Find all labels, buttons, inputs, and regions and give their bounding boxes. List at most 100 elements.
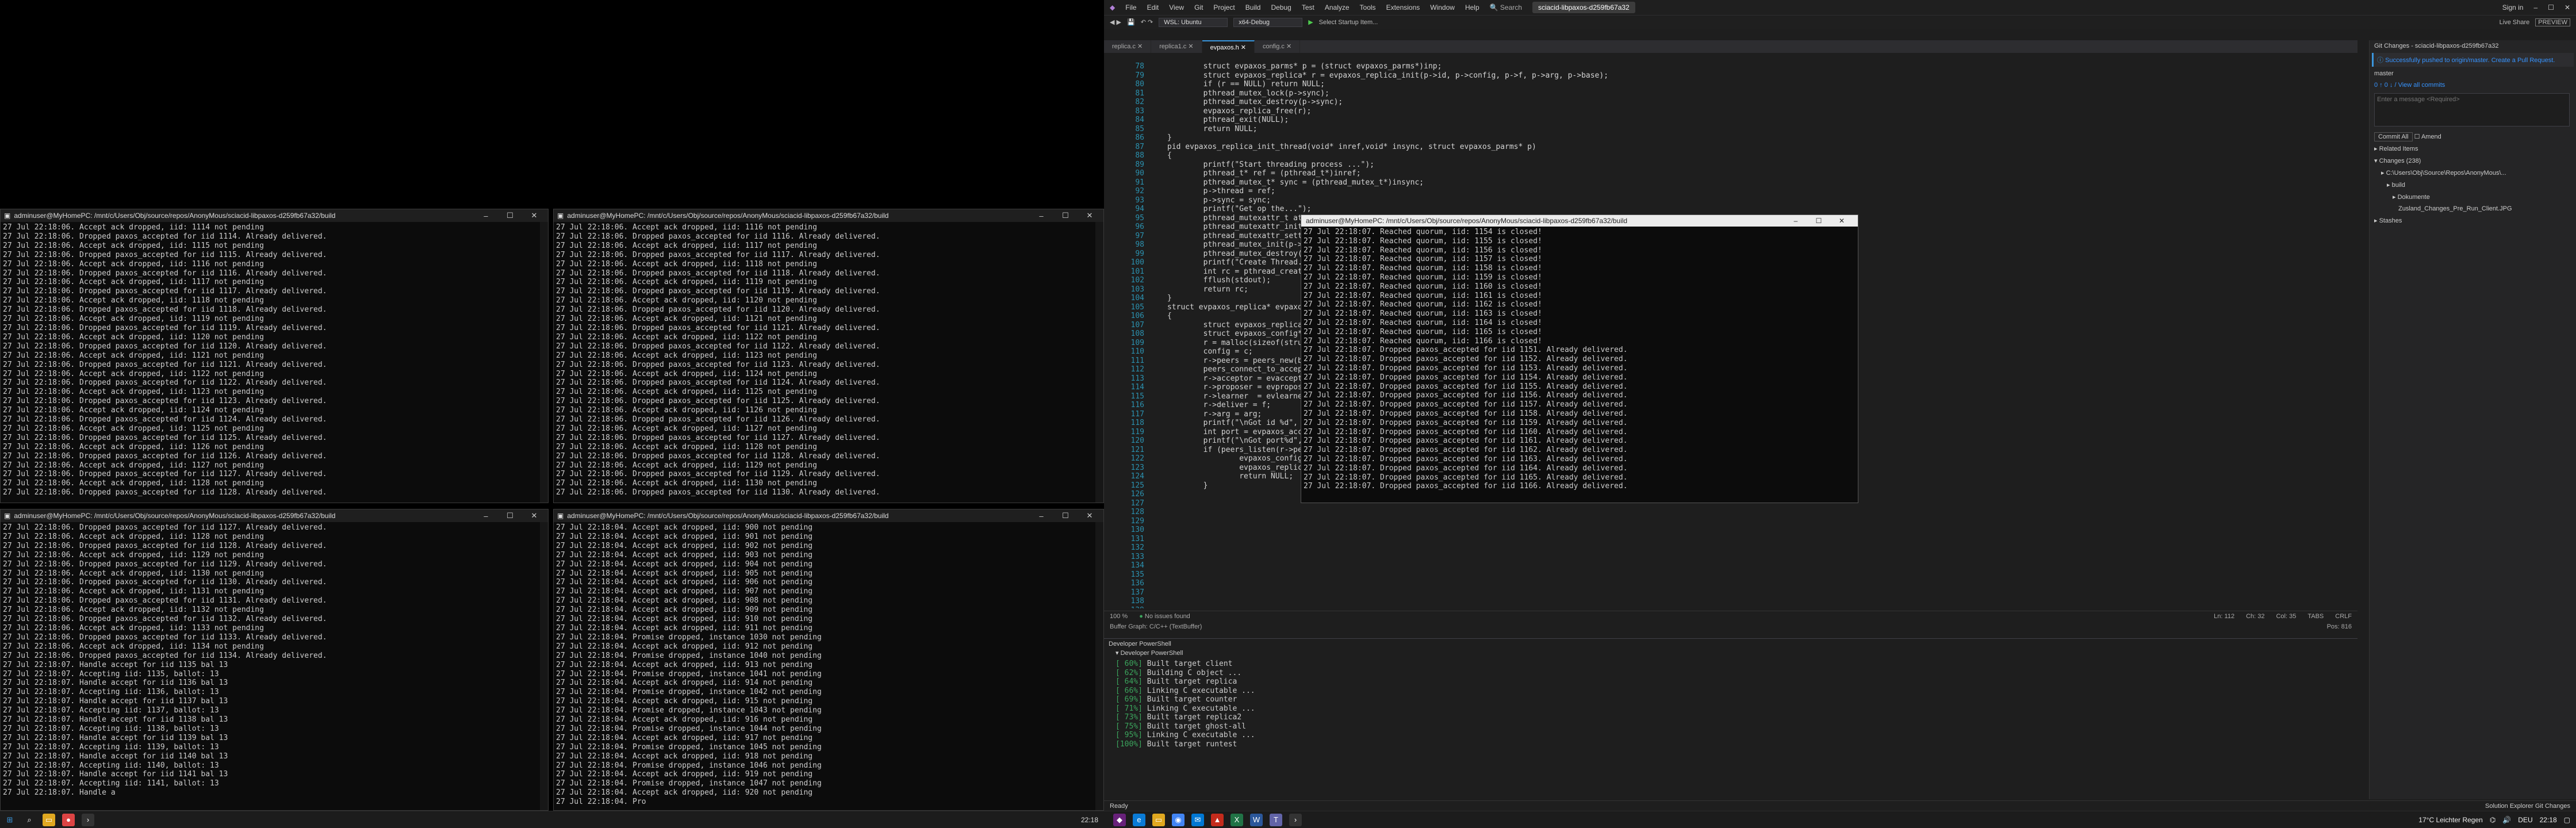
terminal-window-top-left[interactable]: ▣ adminuser@MyHomePC: /mnt/c/Users/Obj/so… [0, 209, 549, 503]
start-icon[interactable]: ⊞ [3, 814, 16, 826]
word-icon[interactable]: W [1250, 813, 1263, 826]
maximize-button[interactable]: ☐ [500, 211, 520, 220]
minimize-button[interactable]: – [1784, 217, 1807, 225]
commit-message-input[interactable] [2374, 93, 2570, 126]
menu-view[interactable]: View [1169, 3, 1184, 12]
search-icon[interactable]: ⌕ [23, 814, 36, 826]
changes-header[interactable]: ▾ Changes (238) [2370, 155, 2576, 167]
teams-icon[interactable]: T [1270, 813, 1282, 826]
mail-icon[interactable]: ✉ [1191, 813, 1204, 826]
live-share-button[interactable]: Live Share [2500, 19, 2530, 26]
tab-evpaxos-h[interactable]: evpaxos.h ✕ [1202, 40, 1255, 53]
scrollbar[interactable] [540, 522, 548, 810]
branch-selector[interactable]: master [2370, 68, 2576, 79]
change-item[interactable]: Zusland_Changes_Pre_Run_Client.JPG [2370, 203, 2576, 214]
maximize-button[interactable]: ☐ [500, 511, 520, 520]
tab-config-c[interactable]: config.c ✕ [1255, 40, 1301, 53]
menu-extensions[interactable]: Extensions [1386, 3, 1420, 12]
close-button[interactable]: ✕ [1079, 211, 1100, 220]
search-box[interactable]: 🔍 Search [1490, 3, 1522, 12]
menu-help[interactable]: Help [1465, 3, 1479, 12]
zoom-level[interactable]: 100 % [1110, 613, 1128, 620]
edge-icon[interactable]: e [1133, 813, 1145, 826]
platform-dropdown[interactable]: x64-Debug [1233, 17, 1303, 27]
file-explorer-icon[interactable]: ▭ [43, 813, 55, 826]
terminal-titlebar[interactable]: ▣ adminuser@MyHomePC: /mnt/c/Users/Obj/so… [554, 509, 1103, 522]
change-item[interactable]: ▸ Dokumente [2370, 191, 2576, 203]
related-items-header[interactable]: ▸ Related Items [2370, 143, 2576, 155]
close-button[interactable]: ✕ [524, 511, 545, 520]
folder-icon[interactable]: ▭ [1152, 813, 1165, 826]
close-button[interactable]: ✕ [1079, 511, 1100, 520]
menu-file[interactable]: File [1125, 3, 1136, 12]
terminal-window-top-right[interactable]: ▣ adminuser@MyHomePC: /mnt/c/Users/Obj/so… [553, 209, 1104, 503]
terminal-window-bottom-right[interactable]: ▣ adminuser@MyHomePC: /mnt/c/Users/Obj/so… [553, 509, 1104, 811]
browser-icon[interactable]: ● [62, 813, 75, 826]
minimize-button[interactable]: – [476, 512, 496, 520]
notification-icon[interactable]: ▢ [2564, 816, 2570, 824]
language-indicator[interactable]: DEU [2518, 816, 2532, 824]
tab-replica1-c[interactable]: replica1.c ✕ [1151, 40, 1202, 53]
terminal-titlebar[interactable]: ▣ adminuser@MyHomePC: /mnt/c/Users/Obj/so… [1, 509, 548, 522]
sign-in-link[interactable]: Sign in [2502, 3, 2524, 12]
menu-edit[interactable]: Edit [1147, 3, 1159, 12]
menu-analyze[interactable]: Analyze [1325, 3, 1350, 12]
amend-checkbox[interactable]: ☐ Amend [2414, 133, 2441, 140]
menu-project[interactable]: Project [1213, 3, 1235, 12]
back-icon[interactable]: ◀ ▶ [1110, 18, 1121, 26]
terminal-line: 27 Jul 22:18:06. Accept ack dropped, iid… [3, 479, 264, 488]
terminal-titlebar[interactable]: ▣ adminuser@MyHomePC: /mnt/c/Users/Obj/so… [1, 209, 548, 222]
commit-all-button[interactable]: Commit All [2374, 132, 2413, 141]
close-button[interactable]: ✕ [1830, 217, 1853, 225]
menu-build[interactable]: Build [1245, 3, 1261, 12]
terminal-taskbar-icon[interactable]: › [1289, 813, 1302, 826]
scrollbar[interactable] [540, 222, 548, 503]
volume-icon[interactable]: 🔊 [2502, 816, 2511, 824]
maximize-button[interactable]: ☐ [1055, 511, 1076, 520]
start-icon[interactable]: ▶ [1308, 18, 1313, 26]
menu-tools[interactable]: Tools [1360, 3, 1376, 12]
close-button[interactable]: ✕ [2564, 3, 2570, 12]
maximize-button[interactable]: ☐ [1055, 211, 1076, 220]
pane-toolbar[interactable]: ▾ Developer PowerShell [1104, 649, 2358, 658]
menu-test[interactable]: Test [1302, 3, 1314, 12]
console-titlebar[interactable]: adminuser@MyHomePC: /mnt/c/Users/Obj/sou… [1301, 215, 1858, 227]
minimize-button[interactable]: – [476, 212, 496, 220]
scrollbar[interactable] [1095, 222, 1103, 503]
issues-indicator[interactable]: ● No issues found [1139, 613, 1190, 620]
change-item[interactable]: ▸ C:\Users\Obj\Source\Repos\AnonyMous\..… [2370, 167, 2576, 179]
line-ending-indicator[interactable]: CRLF [2335, 613, 2352, 620]
terminal-window-bottom-left[interactable]: ▣ adminuser@MyHomePC: /mnt/c/Users/Obj/so… [0, 509, 549, 811]
maximize-button[interactable]: ☐ [2548, 3, 2554, 12]
save-icon[interactable]: 💾 [1127, 18, 1135, 26]
vs-taskbar-icon[interactable]: ◆ [1113, 813, 1126, 826]
bottom-tabs[interactable]: Solution Explorer Git Changes [2485, 803, 2570, 810]
startup-item-button[interactable]: Select Startup Item... [1319, 19, 1378, 26]
tab-replica-c[interactable]: replica.c ✕ [1104, 40, 1152, 53]
scrollbar[interactable] [1095, 522, 1103, 810]
weather-widget[interactable]: 17°C Leichter Regen [2418, 816, 2483, 824]
minimize-button[interactable]: – [1031, 512, 1052, 520]
menu-debug[interactable]: Debug [1271, 3, 1291, 12]
menu-git[interactable]: Git [1194, 3, 1203, 12]
target-dropdown[interactable]: WSL: Ubuntu [1159, 17, 1228, 27]
clock[interactable]: 22:18 [2540, 816, 2557, 824]
minimize-button[interactable]: – [2533, 3, 2537, 12]
tabs-indicator[interactable]: TABS [2307, 613, 2324, 620]
minimize-button[interactable]: – [1031, 212, 1052, 220]
change-item[interactable]: ▸ build [2370, 179, 2576, 191]
floating-console-window[interactable]: adminuser@MyHomePC: /mnt/c/Users/Obj/sou… [1301, 214, 1858, 503]
app-icon[interactable]: ▲ [1211, 813, 1224, 826]
maximize-button[interactable]: ☐ [1807, 217, 1830, 225]
excel-icon[interactable]: X [1230, 813, 1243, 826]
terminal-icon[interactable]: › [82, 813, 94, 826]
changes-tree[interactable]: ▸ C:\Users\Obj\Source\Repos\AnonyMous\..… [2370, 167, 2576, 214]
chrome-icon[interactable]: ◉ [1172, 813, 1184, 826]
terminal-titlebar[interactable]: ▣ adminuser@MyHomePC: /mnt/c/Users/Obj/so… [554, 209, 1103, 222]
menu-window[interactable]: Window [1430, 3, 1455, 12]
stashes-header[interactable]: ▸ Stashes [2370, 214, 2576, 227]
undo-icon[interactable]: ↶ ↷ [1141, 18, 1153, 26]
close-button[interactable]: ✕ [524, 211, 545, 220]
view-all-commits-link[interactable]: 0 ↑ 0 ↓ / View all commits [2370, 79, 2576, 91]
network-icon[interactable]: ⌬ [2490, 816, 2496, 824]
